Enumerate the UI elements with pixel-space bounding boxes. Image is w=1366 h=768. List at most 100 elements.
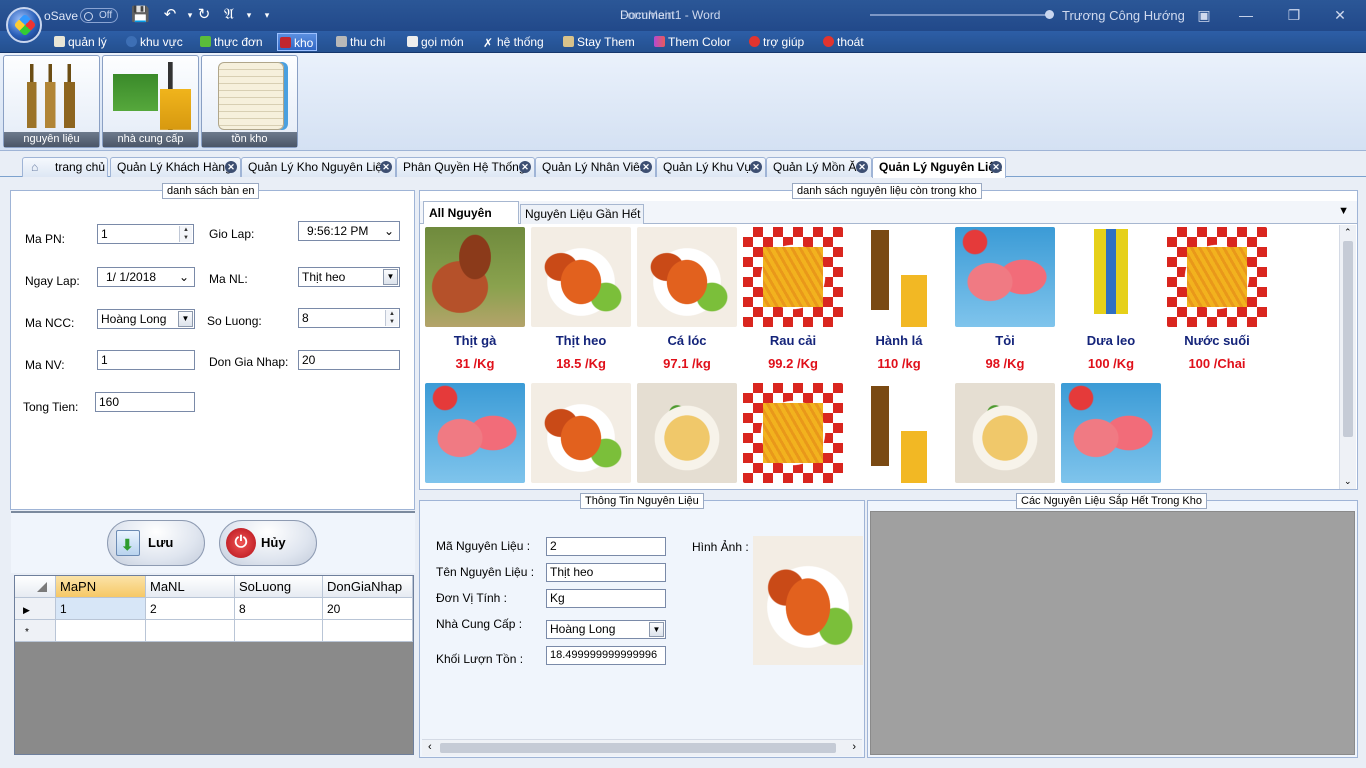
menu-khu-vuc[interactable]: khu vực bbox=[124, 33, 186, 51]
table-cell[interactable] bbox=[56, 620, 146, 642]
ribbon-display-icon[interactable]: ▣ bbox=[1184, 4, 1224, 26]
ten-nguyen-lieu-field[interactable]: Thịt heo bbox=[546, 563, 666, 582]
menu-stay-them[interactable]: Stay Them bbox=[561, 33, 638, 51]
ribbon-nguyen-lieu-button[interactable]: nguyên liệu bbox=[3, 55, 100, 148]
ingredient-thumbnail[interactable] bbox=[1167, 227, 1267, 327]
column-header-manl[interactable]: MaNL bbox=[146, 576, 235, 598]
row-header[interactable]: ▶ bbox=[15, 598, 56, 620]
maximize-icon[interactable]: ❐ bbox=[1274, 4, 1314, 26]
tab-quan-ly-nguyen-lieu[interactable]: Quản Lý Nguyên Liệu ✕ bbox=[872, 157, 1006, 178]
cancel-button[interactable]: ⏻ Hủy bbox=[219, 520, 317, 566]
close-tab-icon[interactable]: ✕ bbox=[856, 161, 868, 173]
tab-phan-quyen-he-thong[interactable]: Phân Quyền Hệ Thống ✕ bbox=[396, 157, 535, 177]
ingredient-card[interactable] bbox=[425, 383, 525, 483]
table-cell[interactable] bbox=[323, 620, 413, 642]
tab-all-nguyen-lieu[interactable]: All Nguyên Liệu bbox=[423, 201, 519, 242]
scroll-left-icon[interactable]: ‹ bbox=[428, 741, 432, 753]
dropdown-arrow-icon[interactable]: ▼ bbox=[383, 269, 398, 285]
tab-trang-chu[interactable]: ⌂ trang chủ bbox=[22, 157, 108, 177]
close-tab-icon[interactable]: ✕ bbox=[380, 161, 392, 173]
close-icon[interactable]: ✕ bbox=[1320, 4, 1360, 26]
ingredient-thumbnail[interactable] bbox=[637, 383, 737, 483]
save-button[interactable]: ⬇ Lưu bbox=[107, 520, 205, 566]
ingredient-thumbnail[interactable] bbox=[425, 227, 525, 327]
tab-nguyen-lieu-gan-het[interactable]: Nguyên Liệu Gần Hết bbox=[520, 204, 644, 224]
dropdown-arrow-icon[interactable]: ▼ bbox=[178, 311, 193, 327]
ingredient-card[interactable] bbox=[849, 383, 949, 483]
menu-them-color[interactable]: Them Color bbox=[652, 33, 734, 51]
scroll-right-icon[interactable]: › bbox=[852, 741, 856, 753]
ingredient-card[interactable]: Nước suối 100 /Chai bbox=[1167, 227, 1267, 371]
table-cell[interactable]: 20 bbox=[323, 598, 413, 620]
tab-quan-ly-mon-an[interactable]: Quản Lý Mồn Ăn ✕ bbox=[766, 157, 872, 177]
minimize-icon[interactable]: — bbox=[1226, 4, 1266, 26]
dropdown-arrow-icon[interactable]: ▼ bbox=[649, 622, 664, 637]
ingredient-card[interactable] bbox=[637, 383, 737, 483]
ma-nl-select[interactable]: Thịt heo ▼ bbox=[298, 267, 400, 287]
ribbon-nha-cung-cap-button[interactable]: nhà cung cấp bbox=[102, 55, 199, 148]
column-header-dongianhap[interactable]: DonGiaNhap bbox=[323, 576, 413, 598]
menu-thuc-don[interactable]: thực đơn bbox=[198, 33, 266, 51]
ingredient-card[interactable] bbox=[743, 383, 843, 483]
ingredient-card[interactable]: Thịt gà 31 /Kg bbox=[425, 227, 525, 371]
close-tab-icon[interactable]: ✕ bbox=[519, 161, 531, 173]
close-tab-icon[interactable]: ✕ bbox=[640, 161, 652, 173]
table-cell[interactable]: 2 bbox=[146, 598, 235, 620]
ingredient-card[interactable] bbox=[955, 383, 1055, 483]
ingredient-card[interactable]: Cá lóc 97.1 /kg bbox=[637, 227, 737, 371]
tab-quan-ly-khu-vuc[interactable]: Quản Lý Khu Vực ✕ bbox=[656, 157, 766, 177]
autosave-toggle[interactable]: Off bbox=[80, 8, 118, 23]
tab-quan-ly-kho-nguyen-lieu[interactable]: Quản Lý Kho Nguyên Liệu ✕ bbox=[241, 157, 396, 177]
ma-pn-stepper[interactable]: 1 ▲ ▼ bbox=[97, 224, 194, 244]
undo-icon[interactable]: ↶ bbox=[161, 6, 179, 24]
catalog-scrollbar[interactable]: ⌃ ⌄ bbox=[1339, 225, 1356, 489]
menu-quan-ly[interactable]: quản lý bbox=[52, 33, 110, 51]
ingredient-thumbnail[interactable] bbox=[955, 227, 1055, 327]
don-gia-field[interactable]: 20 bbox=[298, 350, 400, 370]
scroll-down-icon[interactable]: ⌄ bbox=[1344, 476, 1352, 487]
ingredient-thumbnail[interactable] bbox=[1061, 227, 1161, 327]
low-stock-list[interactable] bbox=[870, 511, 1355, 755]
so-luong-stepper[interactable]: 8 ▲ ▼ bbox=[298, 308, 400, 328]
tab-quan-ly-nhan-vien[interactable]: Quản Lý Nhân Viên ✕ bbox=[535, 157, 656, 177]
scroll-up-icon[interactable]: ⌃ bbox=[1344, 227, 1352, 238]
close-tab-icon[interactable]: ✕ bbox=[225, 161, 237, 173]
phieu-nhap-grid[interactable]: MaPN MaNL SoLuong DonGiaNhap ▶ 1 2 8 20 … bbox=[14, 575, 414, 755]
ma-nguyen-lieu-field[interactable]: 2 bbox=[546, 537, 666, 556]
close-tab-icon[interactable]: ✕ bbox=[750, 161, 762, 173]
ingredient-thumbnail[interactable] bbox=[531, 227, 631, 327]
menu-tro-giup[interactable]: trợ giúp bbox=[747, 33, 807, 51]
don-vi-tinh-field[interactable]: Kg bbox=[546, 589, 666, 608]
app-orb-icon[interactable] bbox=[6, 7, 42, 43]
tong-tien-field[interactable]: 160 bbox=[95, 392, 195, 412]
table-cell[interactable] bbox=[235, 620, 323, 642]
ingredient-thumbnail[interactable] bbox=[1061, 383, 1161, 483]
format-dropdown-icon[interactable]: ▾ bbox=[240, 6, 258, 24]
khoi-luong-ton-field[interactable]: 18.499999999999996 bbox=[546, 646, 666, 665]
ingredient-card[interactable]: Thịt heo 18.5 /Kg bbox=[531, 227, 631, 371]
ma-nv-field[interactable]: 1 bbox=[97, 350, 195, 370]
zoom-slider[interactable] bbox=[870, 10, 1054, 19]
nha-cung-cap-select[interactable]: Hoàng Long ▼ bbox=[546, 620, 666, 639]
menu-he-thong[interactable]: ✗ hệ thống bbox=[481, 33, 547, 51]
ingredient-card[interactable]: Rau cải 99.2 /Kg bbox=[743, 227, 843, 371]
ingredient-card[interactable]: Tỏi 98 /Kg bbox=[955, 227, 1055, 371]
ingredient-thumbnail[interactable] bbox=[425, 383, 525, 483]
ingredient-card[interactable] bbox=[531, 383, 631, 483]
column-header-soluong[interactable]: SoLuong bbox=[235, 576, 323, 598]
ma-ncc-select[interactable]: Hoàng Long ▼ bbox=[97, 309, 195, 329]
detail-hscrollbar[interactable]: ‹ › bbox=[422, 739, 862, 756]
scroll-thumb[interactable] bbox=[440, 743, 836, 753]
table-cell[interactable] bbox=[146, 620, 235, 642]
tab-quan-ly-khach-hang[interactable]: Quản Lý Khách Hàng ✕ bbox=[110, 157, 241, 177]
scroll-thumb[interactable] bbox=[1343, 241, 1353, 437]
ingredient-thumbnail[interactable] bbox=[743, 227, 843, 327]
menu-kho[interactable]: kho bbox=[277, 33, 318, 51]
ngay-lap-picker[interactable]: 1/ 1/2018 ⌄ bbox=[97, 267, 195, 287]
tab-overflow-icon[interactable]: ▼ bbox=[1338, 205, 1349, 217]
table-cell[interactable]: 8 bbox=[235, 598, 323, 620]
spin-icon[interactable]: ▲ ▼ bbox=[179, 226, 192, 242]
save-icon[interactable]: 💾 bbox=[131, 6, 150, 24]
ingredient-thumbnail[interactable] bbox=[637, 227, 737, 327]
format-icon[interactable]: 𝔄 bbox=[220, 6, 238, 24]
